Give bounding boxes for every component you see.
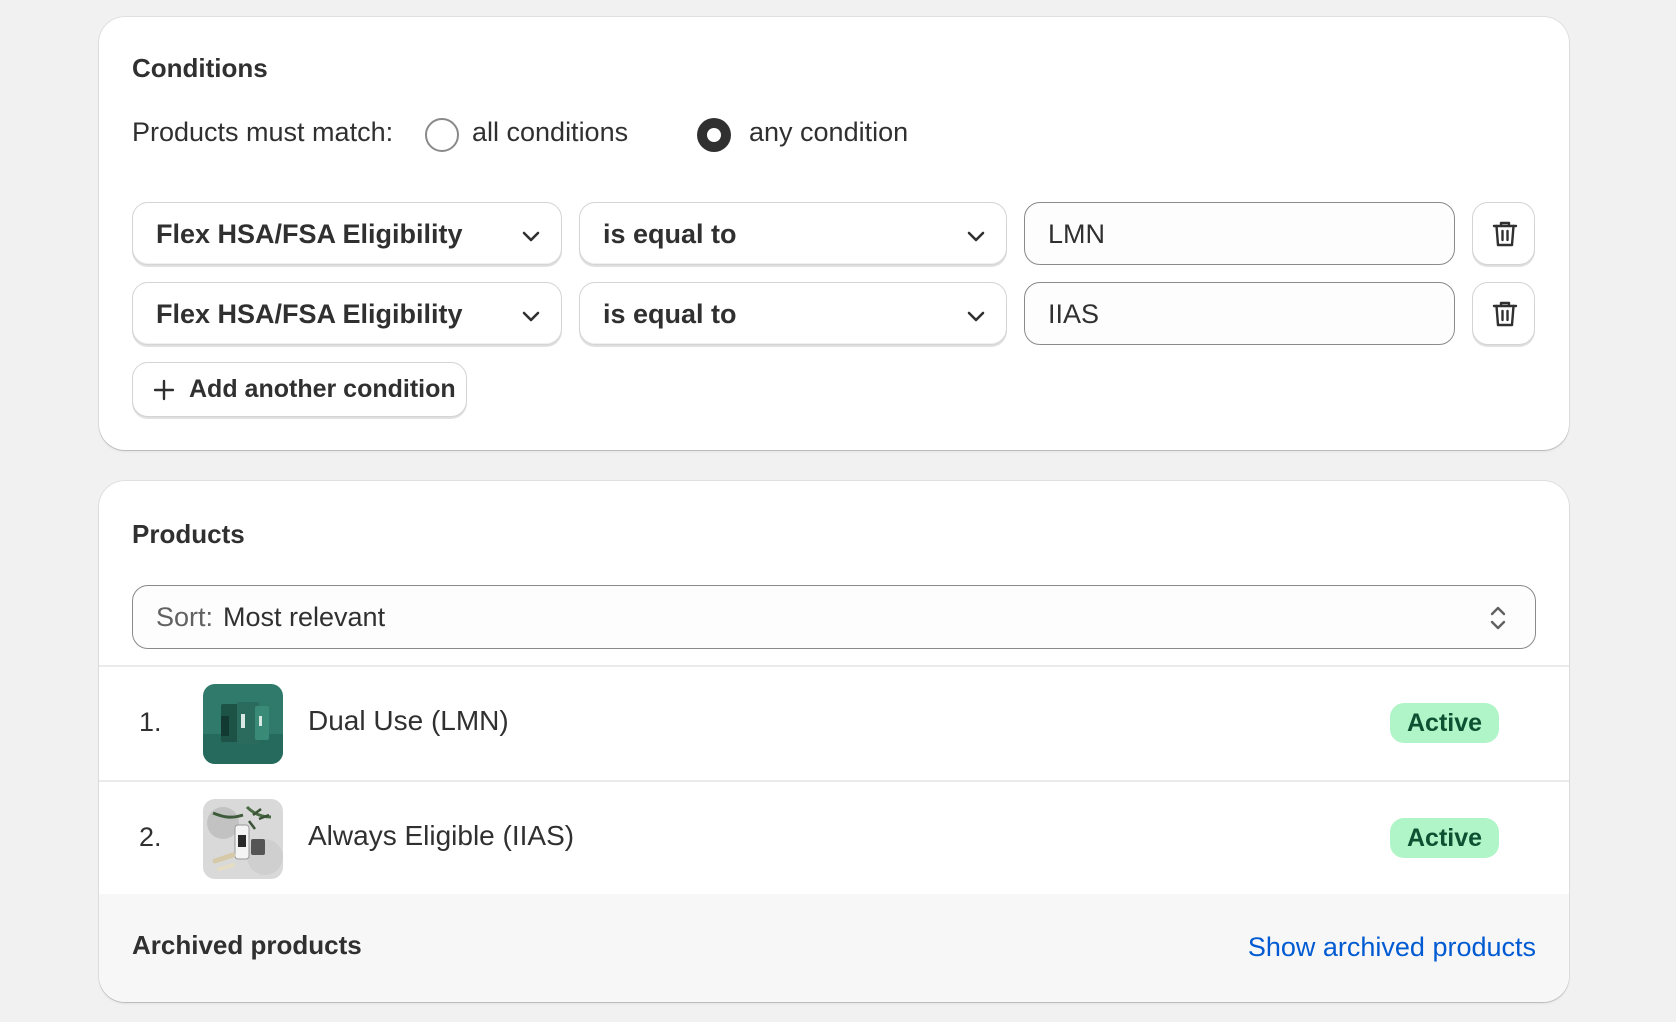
conditions-card: Conditions Products must match: all cond…	[99, 17, 1569, 450]
show-archived-products-link[interactable]: Show archived products	[1248, 932, 1536, 963]
archived-products-title: Archived products	[132, 930, 362, 960]
sort-value: Most relevant	[223, 602, 386, 632]
sort-select[interactable]: Sort: Most relevant	[132, 585, 1536, 649]
conditions-title: Conditions	[132, 53, 268, 83]
condition-operator-value: is equal to	[603, 299, 737, 329]
chevron-down-icon	[522, 231, 540, 242]
product-row[interactable]: 2. Always Eligible (IIAS) Active	[99, 782, 1569, 894]
condition-value-input[interactable]: IIAS	[1024, 282, 1455, 345]
product-index: 2.	[139, 822, 162, 852]
products-title: Products	[132, 519, 245, 549]
chevron-down-icon	[967, 231, 985, 242]
product-name[interactable]: Always Eligible (IIAS)	[308, 820, 574, 852]
sort-prefix: Sort:	[156, 602, 214, 632]
product-thumbnail[interactable]	[203, 799, 283, 879]
condition-operator-value: is equal to	[603, 219, 737, 249]
add-condition-button[interactable]: Add another condition	[132, 362, 467, 417]
products-card: Products Sort: Most relevant 1. Dual Use…	[99, 481, 1569, 1002]
condition-value-text: IIAS	[1048, 299, 1100, 329]
status-badge: Active	[1390, 703, 1500, 743]
chevron-down-icon	[967, 311, 985, 322]
match-label: Products must match:	[132, 117, 394, 147]
radio-any-condition-label[interactable]: any condition	[749, 117, 908, 148]
condition-field-select[interactable]: Flex HSA/FSA Eligibility	[132, 202, 562, 265]
product-name[interactable]: Dual Use (LMN)	[308, 705, 509, 737]
product-index: 1.	[139, 707, 162, 737]
trash-icon	[1492, 301, 1518, 327]
add-condition-label: Add another condition	[189, 375, 456, 403]
chevron-down-icon	[522, 311, 540, 322]
trash-icon	[1492, 221, 1518, 247]
product-thumbnail[interactable]	[203, 684, 283, 764]
chevron-up-down-icon	[1490, 606, 1506, 630]
product-row[interactable]: 1. Dual Use (LMN) Active	[99, 667, 1569, 779]
condition-operator-select[interactable]: is equal to	[579, 282, 1007, 345]
condition-value-input[interactable]: LMN	[1024, 202, 1455, 265]
status-badge: Active	[1390, 818, 1500, 858]
condition-field-select[interactable]: Flex HSA/FSA Eligibility	[132, 282, 562, 345]
condition-operator-select[interactable]: is equal to	[579, 202, 1007, 265]
radio-any-condition[interactable]	[697, 118, 731, 152]
condition-field-value: Flex HSA/FSA Eligibility	[156, 299, 463, 329]
delete-condition-button[interactable]	[1472, 202, 1535, 265]
delete-condition-button[interactable]	[1472, 282, 1535, 345]
radio-all-conditions[interactable]	[425, 118, 459, 152]
condition-value-text: LMN	[1048, 219, 1106, 249]
plus-icon	[153, 379, 175, 401]
archived-products-section: Archived products Show archived products	[99, 894, 1569, 1002]
condition-field-value: Flex HSA/FSA Eligibility	[156, 219, 463, 249]
radio-all-conditions-label[interactable]: all conditions	[472, 117, 628, 148]
